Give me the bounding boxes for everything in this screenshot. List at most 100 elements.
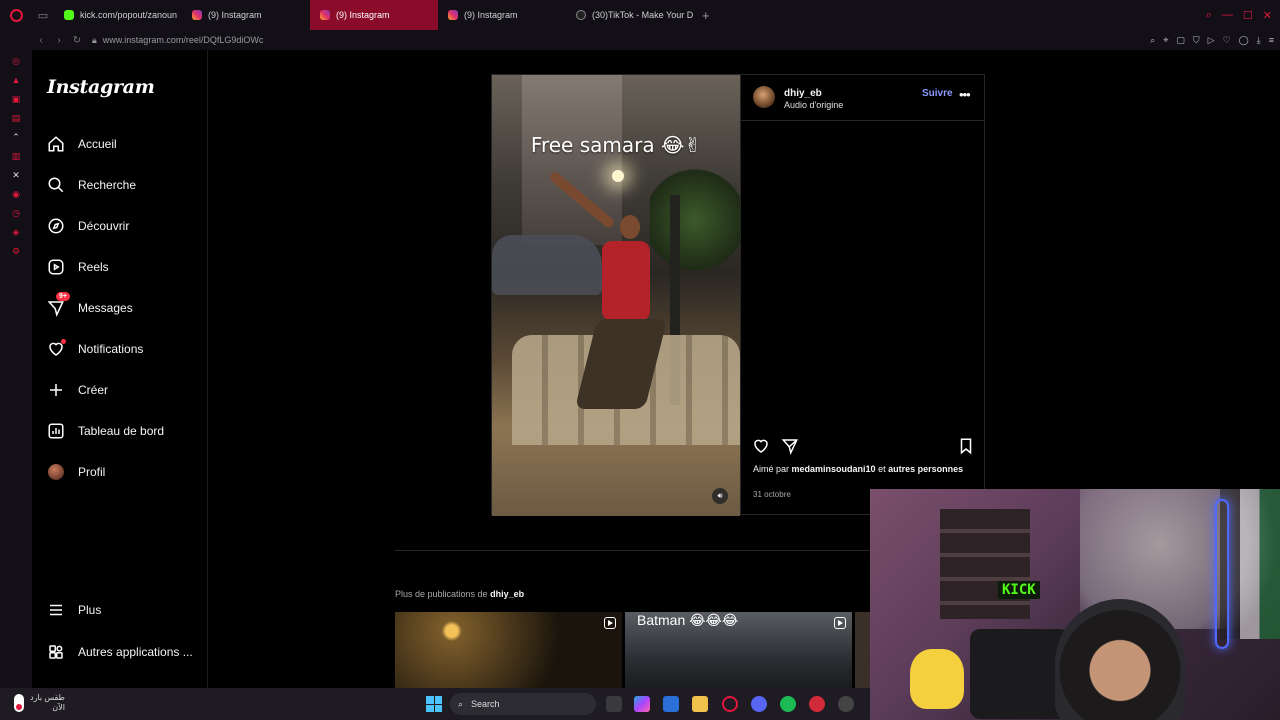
save-icon[interactable] [957, 437, 977, 457]
windows-taskbar: طقس بارد الآن ⌕ Search [0, 688, 870, 720]
back-icon[interactable]: ‹ [32, 35, 50, 46]
tab-instagram-active[interactable]: (9) Instagram [310, 0, 438, 30]
extensions-icon[interactable]: ◈ [11, 227, 21, 237]
post-thumbnail[interactable] [395, 612, 622, 688]
snapshot-icon[interactable]: ▢ [1176, 35, 1185, 46]
weather-text: طقس بارد [30, 693, 65, 702]
search-tabs-icon[interactable]: ⌕ [1206, 9, 1212, 22]
taskbar-search[interactable]: ⌕ Search [450, 693, 596, 715]
nav-item-notifications[interactable]: Notifications [46, 337, 143, 361]
zoom-icon[interactable]: ⌕ [1150, 35, 1155, 46]
menu-icon[interactable]: ≡ [1269, 35, 1274, 45]
weather-widget[interactable]: طقس بارد الآن [14, 693, 65, 713]
dashboard-icon [46, 421, 66, 441]
pin-icon[interactable]: ⌖ [1163, 35, 1168, 46]
account-icon[interactable]: ◯ [1239, 35, 1249, 46]
twitch-icon[interactable]: ▥ [11, 151, 21, 161]
browser-tab-bar: ▭ kick.com/popout/zanoun (9) Instagram (… [0, 0, 1280, 30]
section-divider [395, 550, 870, 551]
messenger-icon[interactable]: ▣ [11, 94, 21, 104]
settings-icon[interactable]: ⚙ [11, 246, 21, 256]
liked-by-text: Aimé par medaminsoudani10 et autres pers… [753, 463, 978, 476]
app-icon-red[interactable] [809, 696, 825, 712]
address-bar: ‹ › ↻ 🔒︎ www.instagram.com/reel/DQfLG9di… [0, 30, 1280, 50]
opera-logo-icon[interactable] [0, 0, 32, 30]
play-icon[interactable]: ▷ [1208, 35, 1215, 46]
compass-icon [46, 216, 66, 236]
workspace-icon[interactable]: ▲ [11, 75, 21, 85]
tab-menu-icon[interactable]: ▭ [32, 9, 54, 22]
liked-by-others[interactable]: autres personnes [888, 464, 963, 474]
download-icon[interactable]: ⤓ [1257, 35, 1261, 46]
kick-sidebar-icon[interactable]: ⌃ [11, 132, 21, 142]
url-text: www.instagram.com/reel/DQfLG9diOWc [102, 35, 264, 45]
url-field[interactable]: 🔒︎ www.instagram.com/reel/DQfLG9diOWc [92, 35, 263, 46]
nav-label: Accueil [78, 137, 117, 151]
kick-favicon-icon [64, 10, 74, 20]
close-icon[interactable]: ✕ [1263, 9, 1272, 22]
history-icon[interactable]: ◷ [11, 208, 21, 218]
new-tab-button[interactable]: + [694, 8, 718, 23]
aria-icon[interactable]: ◎ [11, 56, 21, 66]
tab-tiktok[interactable]: (30)TikTok - Make Your D [566, 0, 694, 30]
author-avatar[interactable] [753, 86, 775, 108]
file-explorer-icon[interactable] [692, 696, 708, 712]
nav-item-messages[interactable]: 9+ Messages [46, 292, 133, 320]
nav-label: Notifications [78, 342, 144, 356]
spotify-icon[interactable] [780, 696, 796, 712]
more-posts-grid: Batman 😂😂😂 [395, 612, 870, 688]
author-username[interactable]: dhiy_eb [784, 88, 822, 99]
video-street-lamp [612, 170, 624, 182]
tab-kick[interactable]: kick.com/popout/zanoun [54, 0, 182, 30]
more-options-icon[interactable]: ••• [959, 87, 971, 102]
reload-icon[interactable]: ↻ [68, 35, 86, 46]
whatsapp-icon[interactable]: ▤ [11, 113, 21, 123]
share-icon[interactable] [781, 437, 801, 457]
post-thumbnail[interactable] [855, 612, 870, 688]
nav-label: Messages [78, 301, 133, 315]
nav-item-accueil[interactable]: Accueil [46, 132, 117, 156]
tab-label: kick.com/popout/zanoun [80, 10, 178, 20]
x-icon[interactable]: ✕ [11, 170, 21, 180]
post-date[interactable]: 31 octobre [753, 490, 791, 499]
nav-label: Tableau de bord [78, 424, 165, 438]
store-icon[interactable] [663, 696, 679, 712]
taskbar-search-label: Search [471, 699, 500, 709]
copilot-icon[interactable] [634, 696, 650, 712]
maximize-icon[interactable]: ☐ [1243, 9, 1253, 22]
bookmark-heart-icon[interactable]: ♡ [1223, 35, 1231, 46]
task-view-icon[interactable] [606, 696, 622, 712]
audio-label[interactable]: Audio d'origine [784, 100, 843, 110]
nav-item-plus[interactable]: Plus [46, 598, 101, 622]
shield-icon[interactable]: ⛉ [1193, 35, 1200, 46]
instagram-logo[interactable]: Instagram [47, 76, 155, 98]
minimize-icon[interactable]: — [1222, 9, 1233, 21]
nav-item-tableau-de-bord[interactable]: Tableau de bord [46, 419, 164, 443]
forward-icon[interactable]: › [50, 35, 68, 46]
tab-instagram-3[interactable]: (9) Instagram [438, 0, 566, 30]
follow-button[interactable]: Suivre [922, 88, 953, 99]
nav-label: Plus [78, 603, 102, 617]
nav-item-decouvrir[interactable]: Découvrir [46, 214, 129, 238]
windows-start-icon[interactable] [426, 696, 442, 712]
nav-item-recherche[interactable]: Recherche [46, 173, 136, 197]
nav-item-profil[interactable]: Profil [46, 460, 105, 484]
nav-item-reels[interactable]: Reels [46, 255, 109, 279]
reel-video[interactable]: Free samara 😂✌ 🔊︎ [492, 75, 740, 516]
sound-icon[interactable]: 🔊︎ [712, 488, 728, 504]
discord-icon[interactable] [751, 696, 767, 712]
post-thumbnail[interactable]: Batman 😂😂😂 [625, 612, 852, 688]
weather-subtext: الآن [52, 703, 65, 712]
reel-icon [604, 617, 616, 629]
nav-item-creer[interactable]: Créer [46, 378, 108, 402]
liked-by-user[interactable]: medaminsoudani10 [792, 464, 876, 474]
tab-instagram-1[interactable]: (9) Instagram [182, 0, 310, 30]
nav-item-autres-applications[interactable]: Autres applications ... [46, 640, 193, 664]
more-posts-author[interactable]: dhiy_eb [490, 589, 524, 599]
opera-gx-icon[interactable] [722, 696, 738, 712]
nav-label: Autres applications ... [78, 645, 193, 659]
address-tools: ⌕ ⌖ ▢ ⛉ ▷ ♡ ◯ ⤓ ≡ [1150, 30, 1274, 50]
player-icon[interactable]: ◉ [11, 189, 21, 199]
chrome-icon[interactable] [838, 696, 854, 712]
like-icon[interactable] [752, 437, 772, 457]
